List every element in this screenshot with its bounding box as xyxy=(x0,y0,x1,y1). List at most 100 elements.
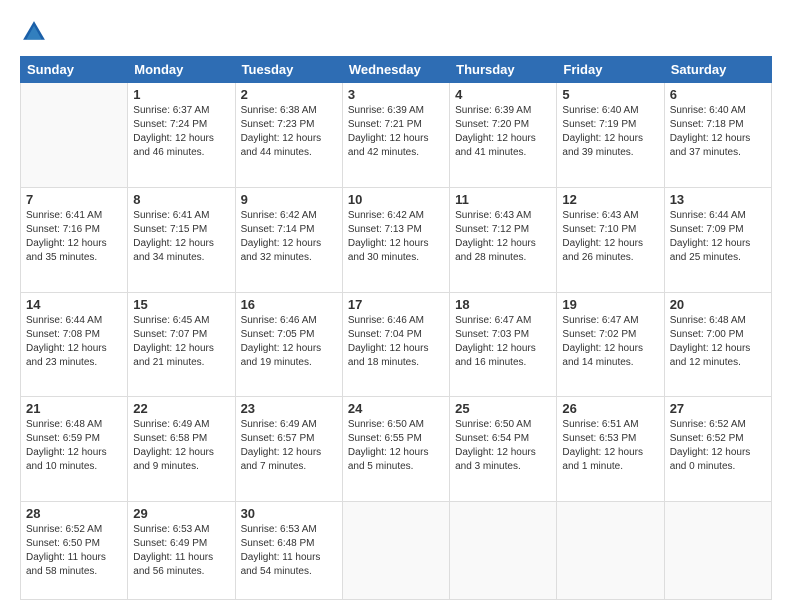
calendar-cell: 13 Sunrise: 6:44 AM Sunset: 7:09 PM Dayli… xyxy=(664,187,771,292)
day-info: Sunrise: 6:53 AM Sunset: 6:49 PM Dayligh… xyxy=(133,523,229,579)
week-row-5: 28 Sunrise: 6:52 AM Sunset: 6:50 PM Dayli… xyxy=(21,502,772,600)
day-number: 26 xyxy=(562,401,658,416)
day-number: 16 xyxy=(241,297,337,312)
day-number: 2 xyxy=(241,87,337,102)
day-number: 29 xyxy=(133,506,229,521)
calendar-cell xyxy=(557,502,664,600)
day-info: Sunrise: 6:47 AM Sunset: 7:02 PM Dayligh… xyxy=(562,314,658,370)
calendar-cell: 9 Sunrise: 6:42 AM Sunset: 7:14 PM Daylig… xyxy=(235,187,342,292)
day-info: Sunrise: 6:50 AM Sunset: 6:54 PM Dayligh… xyxy=(455,418,551,474)
weekday-saturday: Saturday xyxy=(664,57,771,83)
day-info: Sunrise: 6:51 AM Sunset: 6:53 PM Dayligh… xyxy=(562,418,658,474)
day-number: 25 xyxy=(455,401,551,416)
day-info: Sunrise: 6:46 AM Sunset: 7:05 PM Dayligh… xyxy=(241,314,337,370)
day-info: Sunrise: 6:41 AM Sunset: 7:16 PM Dayligh… xyxy=(26,209,122,265)
calendar-cell: 11Sunrise: 6:43 AM Sunset: 7:12 PM Dayli… xyxy=(450,187,557,292)
day-number: 19 xyxy=(562,297,658,312)
calendar-table: SundayMondayTuesdayWednesdayThursdayFrid… xyxy=(20,56,772,600)
day-info: Sunrise: 6:49 AM Sunset: 6:58 PM Dayligh… xyxy=(133,418,229,474)
day-info: Sunrise: 6:49 AM Sunset: 6:57 PM Dayligh… xyxy=(241,418,337,474)
calendar-cell: 10 Sunrise: 6:42 AM Sunset: 7:13 PM Dayli… xyxy=(342,187,449,292)
calendar-cell: 20 Sunrise: 6:48 AM Sunset: 7:00 PM Dayli… xyxy=(664,292,771,397)
calendar-cell xyxy=(664,502,771,600)
day-number: 22 xyxy=(133,401,229,416)
calendar-cell: 1Sunrise: 6:37 AM Sunset: 7:24 PM Daylig… xyxy=(128,83,235,188)
weekday-wednesday: Wednesday xyxy=(342,57,449,83)
day-info: Sunrise: 6:46 AM Sunset: 7:04 PM Dayligh… xyxy=(348,314,444,370)
calendar-cell: 27 Sunrise: 6:52 AM Sunset: 6:52 PM Dayli… xyxy=(664,397,771,502)
calendar-cell: 12 Sunrise: 6:43 AM Sunset: 7:10 PM Dayli… xyxy=(557,187,664,292)
weekday-tuesday: Tuesday xyxy=(235,57,342,83)
weekday-friday: Friday xyxy=(557,57,664,83)
day-info: Sunrise: 6:43 AM Sunset: 7:12 PM Dayligh… xyxy=(455,209,551,265)
day-info: Sunrise: 6:44 AM Sunset: 7:08 PM Dayligh… xyxy=(26,314,122,370)
calendar-cell: 15 Sunrise: 6:45 AM Sunset: 7:07 PM Dayli… xyxy=(128,292,235,397)
day-info: Sunrise: 6:39 AM Sunset: 7:21 PM Dayligh… xyxy=(348,104,444,160)
day-number: 15 xyxy=(133,297,229,312)
day-number: 4 xyxy=(455,87,551,102)
day-info: Sunrise: 6:52 AM Sunset: 6:50 PM Dayligh… xyxy=(26,523,122,579)
day-info: Sunrise: 6:38 AM Sunset: 7:23 PM Dayligh… xyxy=(241,104,337,160)
day-info: Sunrise: 6:41 AM Sunset: 7:15 PM Dayligh… xyxy=(133,209,229,265)
day-number: 12 xyxy=(562,192,658,207)
calendar-cell: 28 Sunrise: 6:52 AM Sunset: 6:50 PM Dayli… xyxy=(21,502,128,600)
calendar-cell: 17 Sunrise: 6:46 AM Sunset: 7:04 PM Dayli… xyxy=(342,292,449,397)
calendar-cell: 5 Sunrise: 6:40 AM Sunset: 7:19 PM Daylig… xyxy=(557,83,664,188)
calendar-cell: 6Sunrise: 6:40 AM Sunset: 7:18 PM Daylig… xyxy=(664,83,771,188)
week-row-4: 21Sunrise: 6:48 AM Sunset: 6:59 PM Dayli… xyxy=(21,397,772,502)
day-info: Sunrise: 6:48 AM Sunset: 7:00 PM Dayligh… xyxy=(670,314,766,370)
calendar-cell: 3 Sunrise: 6:39 AM Sunset: 7:21 PM Daylig… xyxy=(342,83,449,188)
logo-icon xyxy=(20,18,48,46)
weekday-thursday: Thursday xyxy=(450,57,557,83)
day-number: 5 xyxy=(562,87,658,102)
calendar-cell: 8 Sunrise: 6:41 AM Sunset: 7:15 PM Daylig… xyxy=(128,187,235,292)
day-number: 27 xyxy=(670,401,766,416)
day-number: 3 xyxy=(348,87,444,102)
calendar-cell: 25 Sunrise: 6:50 AM Sunset: 6:54 PM Dayli… xyxy=(450,397,557,502)
calendar-cell: 23 Sunrise: 6:49 AM Sunset: 6:57 PM Dayli… xyxy=(235,397,342,502)
day-info: Sunrise: 6:53 AM Sunset: 6:48 PM Dayligh… xyxy=(241,523,337,579)
day-number: 18 xyxy=(455,297,551,312)
calendar-cell: 7 Sunrise: 6:41 AM Sunset: 7:16 PM Daylig… xyxy=(21,187,128,292)
day-number: 28 xyxy=(26,506,122,521)
day-number: 20 xyxy=(670,297,766,312)
day-number: 7 xyxy=(26,192,122,207)
day-info: Sunrise: 6:44 AM Sunset: 7:09 PM Dayligh… xyxy=(670,209,766,265)
day-info: Sunrise: 6:40 AM Sunset: 7:19 PM Dayligh… xyxy=(562,104,658,160)
day-info: Sunrise: 6:50 AM Sunset: 6:55 PM Dayligh… xyxy=(348,418,444,474)
weekday-header-row: SundayMondayTuesdayWednesdayThursdayFrid… xyxy=(21,57,772,83)
day-number: 13 xyxy=(670,192,766,207)
calendar-cell: 21Sunrise: 6:48 AM Sunset: 6:59 PM Dayli… xyxy=(21,397,128,502)
calendar-cell: 18 Sunrise: 6:47 AM Sunset: 7:03 PM Dayli… xyxy=(450,292,557,397)
day-info: Sunrise: 6:42 AM Sunset: 7:13 PM Dayligh… xyxy=(348,209,444,265)
day-info: Sunrise: 6:43 AM Sunset: 7:10 PM Dayligh… xyxy=(562,209,658,265)
calendar-cell: 30 Sunrise: 6:53 AM Sunset: 6:48 PM Dayli… xyxy=(235,502,342,600)
day-info: Sunrise: 6:45 AM Sunset: 7:07 PM Dayligh… xyxy=(133,314,229,370)
day-number: 30 xyxy=(241,506,337,521)
calendar-cell: 24 Sunrise: 6:50 AM Sunset: 6:55 PM Dayli… xyxy=(342,397,449,502)
calendar-cell: 16 Sunrise: 6:46 AM Sunset: 7:05 PM Dayli… xyxy=(235,292,342,397)
day-info: Sunrise: 6:52 AM Sunset: 6:52 PM Dayligh… xyxy=(670,418,766,474)
calendar-cell: 29 Sunrise: 6:53 AM Sunset: 6:49 PM Dayli… xyxy=(128,502,235,600)
day-number: 1 xyxy=(133,87,229,102)
day-info: Sunrise: 6:47 AM Sunset: 7:03 PM Dayligh… xyxy=(455,314,551,370)
day-info: Sunrise: 6:39 AM Sunset: 7:20 PM Dayligh… xyxy=(455,104,551,160)
week-row-1: 1Sunrise: 6:37 AM Sunset: 7:24 PM Daylig… xyxy=(21,83,772,188)
day-number: 14 xyxy=(26,297,122,312)
day-info: Sunrise: 6:48 AM Sunset: 6:59 PM Dayligh… xyxy=(26,418,122,474)
day-number: 10 xyxy=(348,192,444,207)
calendar-cell xyxy=(21,83,128,188)
day-number: 24 xyxy=(348,401,444,416)
day-number: 23 xyxy=(241,401,337,416)
logo xyxy=(20,18,52,46)
calendar-cell: 2 Sunrise: 6:38 AM Sunset: 7:23 PM Daylig… xyxy=(235,83,342,188)
calendar-cell xyxy=(342,502,449,600)
weekday-monday: Monday xyxy=(128,57,235,83)
day-number: 8 xyxy=(133,192,229,207)
day-number: 6 xyxy=(670,87,766,102)
calendar-cell: 4 Sunrise: 6:39 AM Sunset: 7:20 PM Daylig… xyxy=(450,83,557,188)
page-header xyxy=(20,18,772,46)
day-info: Sunrise: 6:42 AM Sunset: 7:14 PM Dayligh… xyxy=(241,209,337,265)
day-number: 17 xyxy=(348,297,444,312)
day-number: 9 xyxy=(241,192,337,207)
